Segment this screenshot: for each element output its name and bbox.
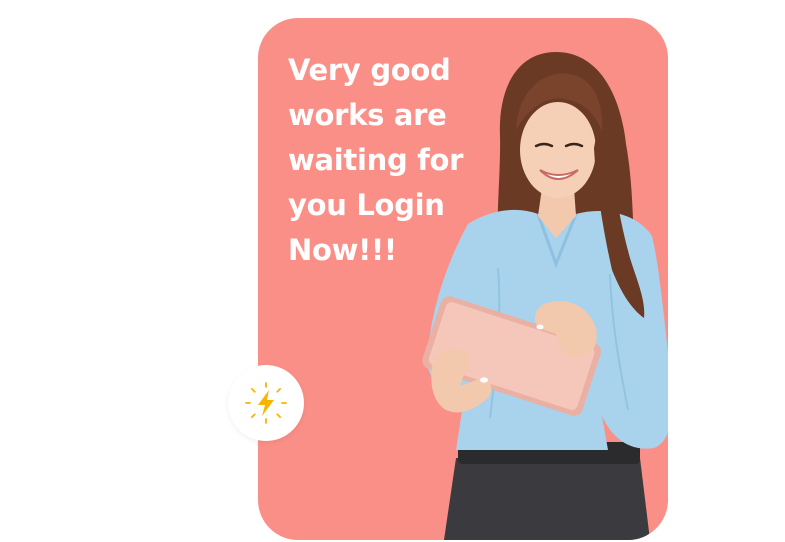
woman-with-tablet-illustration (422, 52, 668, 540)
lightning-bolt-icon (245, 382, 287, 424)
login-hero-card: Very good works are waiting for you Logi… (258, 18, 668, 540)
lightning-badge (228, 365, 304, 441)
